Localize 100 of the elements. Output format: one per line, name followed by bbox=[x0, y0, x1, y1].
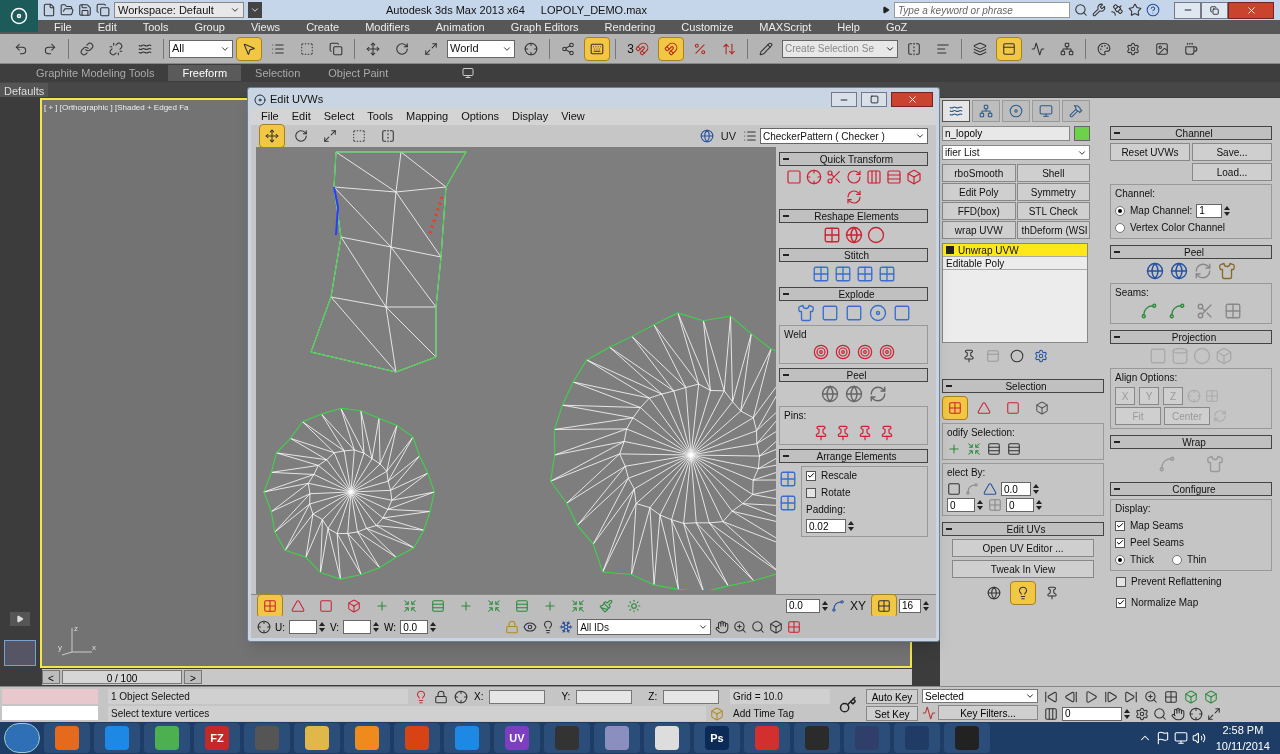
viewport-label[interactable]: [ + ] [Orthographic ] [Shaded + Edged Fa bbox=[44, 102, 189, 114]
uv-mode-label[interactable]: UV bbox=[716, 127, 740, 145]
menu-item[interactable]: Help bbox=[837, 18, 860, 36]
checkbox-option[interactable]: Prevent Reflattening bbox=[1116, 574, 1272, 589]
modifier-list-dropdown[interactable]: ifier List bbox=[942, 145, 1090, 160]
spinner-field[interactable]: 0 bbox=[1062, 706, 1122, 721]
taskbar-app-button[interactable]: UV bbox=[494, 723, 540, 753]
rollout-header[interactable]: Wrap bbox=[1110, 435, 1272, 449]
menu-item[interactable]: Graph Editors bbox=[510, 18, 579, 36]
rollout-header[interactable]: Peel bbox=[1110, 245, 1272, 259]
rollout-header[interactable]: Arrange Elements bbox=[779, 449, 928, 463]
ribbon-tab[interactable]: Object Paint bbox=[314, 65, 403, 81]
object-name-field[interactable]: n_lopoly bbox=[942, 126, 1070, 141]
ribbon-tab[interactable]: Freeform bbox=[168, 65, 242, 81]
spinner-field[interactable]: 0 bbox=[1006, 498, 1034, 512]
selection-set-dropdown[interactable]: Create Selection Se bbox=[782, 39, 898, 58]
rollout-header[interactable]: Projection bbox=[1110, 330, 1272, 344]
rollout-header[interactable]: Channel bbox=[1110, 126, 1272, 140]
radio-option[interactable]: Map Channel: bbox=[1115, 203, 1193, 218]
checkbox-option[interactable]: Rescale bbox=[806, 468, 923, 483]
panel-button[interactable]: thDeform (WSI bbox=[1016, 221, 1090, 239]
menu-item[interactable]: Tools bbox=[142, 18, 169, 36]
stack-item[interactable]: Editable Poly bbox=[943, 257, 1087, 270]
key-mode-dropdown[interactable]: Selected bbox=[922, 689, 1038, 703]
time-slider-thumb[interactable]: < 0 / 100 > bbox=[42, 670, 202, 684]
checkbox-option[interactable]: Rotate bbox=[806, 485, 923, 500]
set-key-button[interactable]: Set Key bbox=[866, 706, 918, 721]
rollout-header[interactable]: Stitch bbox=[779, 248, 928, 262]
ribbon-tab[interactable]: Selection bbox=[241, 65, 315, 81]
id-filter-dropdown[interactable]: All IDs bbox=[577, 619, 712, 635]
menu-item[interactable]: View bbox=[561, 108, 585, 125]
menu-item[interactable]: Edit bbox=[291, 108, 311, 125]
add-time-tag-button[interactable]: Add Time Tag bbox=[730, 706, 830, 721]
menu-item[interactable]: Group bbox=[194, 18, 225, 36]
panel-button[interactable]: Save... bbox=[1192, 143, 1272, 161]
menu-item[interactable]: Customize bbox=[681, 18, 734, 36]
radio-option[interactable]: Thin bbox=[1171, 552, 1207, 567]
menu-item[interactable]: Edit bbox=[97, 18, 117, 36]
panel-button[interactable]: Open UV Editor ... bbox=[952, 539, 1094, 557]
panel-button[interactable]: STL Check bbox=[1016, 202, 1090, 220]
spinner-field[interactable]: 0.0 bbox=[786, 598, 820, 613]
menu-item[interactable]: Mapping bbox=[405, 108, 449, 125]
rollout-header[interactable]: Edit UVs bbox=[942, 522, 1104, 536]
texture-dropdown[interactable]: CheckerPattern ( Checker ) bbox=[760, 128, 928, 144]
panel-button[interactable]: Load... bbox=[1192, 163, 1272, 181]
ribbon-panel-button[interactable]: Defaults bbox=[0, 82, 49, 97]
spinner-field[interactable]: 16 bbox=[899, 598, 921, 613]
auto-key-button[interactable]: Auto Key bbox=[866, 689, 918, 704]
rollout-header[interactable]: Explode bbox=[779, 287, 928, 301]
search-field[interactable]: Type a keyword or phrase bbox=[894, 2, 1070, 18]
workspace-dropdown[interactable]: Workspace: Default bbox=[114, 2, 244, 18]
spinner-field[interactable]: 0 bbox=[947, 498, 975, 512]
ribbon-tab[interactable]: Graphite Modeling Tools bbox=[22, 65, 169, 81]
panel-button[interactable]: Tweak In View bbox=[952, 560, 1094, 578]
radio-option[interactable]: Thick bbox=[1115, 552, 1154, 567]
taskbar-app-button[interactable]: FZ bbox=[194, 723, 240, 753]
menu-item[interactable]: MAXScript bbox=[759, 18, 812, 36]
panel-button[interactable]: Reset UVWs bbox=[1110, 143, 1190, 161]
taskbar-app-button[interactable]: Ps bbox=[694, 723, 740, 753]
menu-item[interactable]: Options bbox=[461, 108, 500, 125]
menu-item[interactable]: Create bbox=[306, 18, 340, 36]
panel-button[interactable]: FFD(box) bbox=[942, 202, 1016, 220]
previous-frame-button[interactable]: < bbox=[42, 670, 60, 684]
panel-button[interactable]: wrap UVW bbox=[942, 221, 1016, 239]
menu-item[interactable]: Views bbox=[250, 18, 281, 36]
stack-item[interactable]: Unwrap UVW bbox=[943, 244, 1087, 257]
rollout-header[interactable]: Quick Transform bbox=[779, 152, 928, 166]
rollout-header[interactable]: Configure bbox=[1110, 482, 1272, 496]
menu-item[interactable]: Animation bbox=[435, 18, 485, 36]
spinner-field[interactable]: 0.02 bbox=[806, 519, 846, 533]
panel-button[interactable]: Shell bbox=[1016, 164, 1090, 182]
spinner-field[interactable]: 0.0 bbox=[1001, 482, 1031, 496]
rollout-header[interactable]: Selection bbox=[942, 379, 1104, 393]
clock-date[interactable]: 10/11/2014 bbox=[1215, 738, 1270, 754]
menu-item[interactable]: Modifiers bbox=[365, 18, 410, 36]
menu-item[interactable]: Select bbox=[323, 108, 355, 125]
coordinate-dropdown[interactable]: World bbox=[447, 39, 515, 58]
menu-item[interactable]: Display bbox=[512, 108, 549, 125]
rollout-header[interactable]: Reshape Elements bbox=[779, 209, 928, 223]
rollout-header[interactable]: Peel bbox=[779, 368, 928, 382]
checkbox-option[interactable]: Normalize Map bbox=[1116, 595, 1272, 610]
snap-button[interactable]: 3 bbox=[621, 36, 655, 61]
menu-item[interactable]: GoZ bbox=[885, 18, 908, 36]
spinner-field[interactable]: 1 bbox=[1196, 203, 1223, 218]
panel-button[interactable]: Edit Poly bbox=[942, 183, 1016, 201]
clock-time[interactable]: 2:58 PM bbox=[1222, 721, 1264, 738]
key-filters-button[interactable]: Key Filters... bbox=[938, 705, 1038, 720]
next-frame-button[interactable]: > bbox=[184, 670, 202, 684]
menu-item[interactable]: File bbox=[54, 18, 72, 36]
menu-item[interactable]: File bbox=[261, 108, 279, 125]
checkbox-option[interactable]: Map Seams bbox=[1115, 518, 1267, 533]
menu-item[interactable]: Rendering bbox=[604, 18, 656, 36]
time-slider-track[interactable]: < 0 / 100 > bbox=[42, 669, 912, 685]
radio-option[interactable]: Vertex Color Channel bbox=[1115, 220, 1226, 235]
menu-item[interactable]: Tools bbox=[367, 108, 393, 125]
spinner-field[interactable]: 0.0 bbox=[400, 620, 429, 634]
selection-filter-dropdown[interactable]: All bbox=[169, 39, 233, 58]
checkbox-option[interactable]: Peel Seams bbox=[1115, 535, 1267, 550]
axis-button[interactable]: XY bbox=[847, 596, 869, 615]
panel-button[interactable]: rboSmooth bbox=[942, 164, 1016, 182]
